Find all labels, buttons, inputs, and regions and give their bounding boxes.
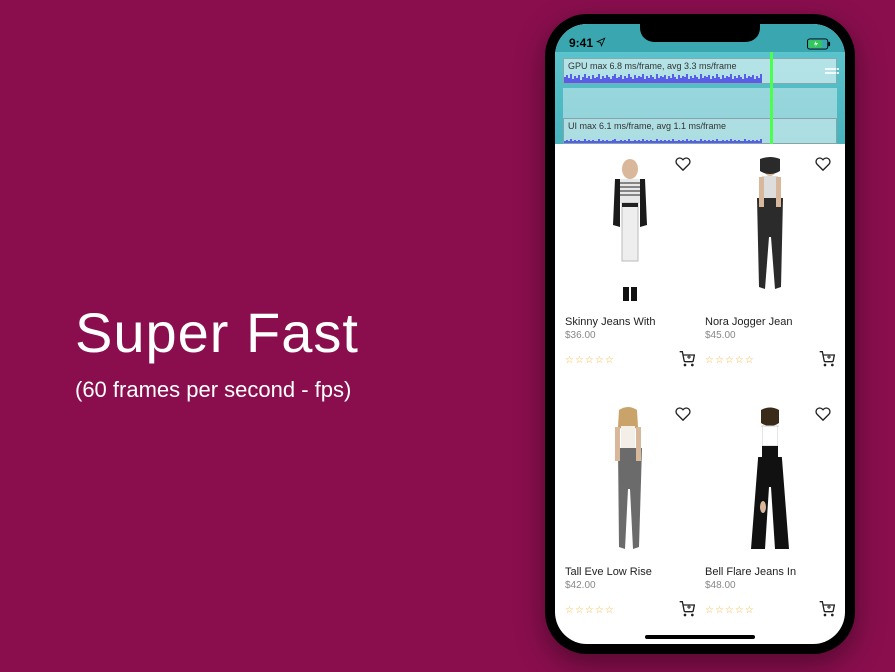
heart-outline-icon <box>815 406 831 422</box>
figure-icon <box>595 157 665 307</box>
add-to-cart-icon <box>679 351 695 367</box>
product-price: $45.00 <box>705 330 835 341</box>
product-actions: ☆☆☆☆☆ <box>565 351 695 370</box>
favorite-button[interactable] <box>675 156 691 177</box>
home-indicator[interactable] <box>645 635 755 639</box>
perf-ui-row: UI max 6.1 ms/frame, avg 1.1 ms/frame <box>563 118 837 144</box>
favorite-button[interactable] <box>815 406 831 427</box>
product-grid[interactable]: Skinny Jeans With $36.00 ☆☆☆☆☆ <box>555 144 845 634</box>
product-actions: ☆☆☆☆☆ <box>705 351 835 370</box>
product-card[interactable]: Nora Jogger Jean $45.00 ☆☆☆☆☆ <box>705 152 835 384</box>
product-actions: ☆☆☆☆☆ <box>565 601 695 620</box>
stars-0-icon[interactable]: ☆☆☆☆☆ <box>705 605 755 616</box>
add-to-cart-icon <box>679 601 695 617</box>
favorite-button[interactable] <box>815 156 831 177</box>
marketing-subtitle: (60 frames per second - fps) <box>75 377 359 403</box>
add-to-cart-icon <box>819 351 835 367</box>
product-title: Skinny Jeans With <box>565 316 695 328</box>
add-to-cart-button[interactable] <box>819 601 835 620</box>
heart-outline-icon <box>815 156 831 172</box>
add-to-cart-button[interactable] <box>819 351 835 370</box>
perf-gpu-label: GPU max 6.8 ms/frame, avg 3.3 ms/frame <box>568 61 737 71</box>
marketing-block: Super Fast (60 frames per second - fps) <box>75 300 359 403</box>
product-card[interactable]: Skinny Jeans With $36.00 ☆☆☆☆☆ <box>565 152 695 384</box>
phone-frame: 9:41 GPU max 6.8 ms/frame, avg 3.3 ms/fr… <box>545 14 855 654</box>
stars-0-icon[interactable]: ☆☆☆☆☆ <box>565 355 615 366</box>
stars-0-icon[interactable]: ☆☆☆☆☆ <box>705 355 755 366</box>
add-to-cart-button[interactable] <box>679 601 695 620</box>
product-price: $42.00 <box>565 580 695 591</box>
product-title: Bell Flare Jeans In <box>705 566 835 578</box>
figure-icon <box>595 407 665 557</box>
product-actions: ☆☆☆☆☆ <box>705 601 835 620</box>
battery-charging-icon <box>807 38 831 50</box>
perf-gpu-bars <box>564 73 836 83</box>
perf-ui-label: UI max 6.1 ms/frame, avg 1.1 ms/frame <box>568 121 726 131</box>
add-to-cart-button[interactable] <box>679 351 695 370</box>
marketing-title: Super Fast <box>75 300 359 365</box>
product-price: $48.00 <box>705 580 835 591</box>
add-to-cart-icon <box>819 601 835 617</box>
phone-notch <box>640 24 760 42</box>
figure-icon <box>735 407 805 557</box>
favorite-button[interactable] <box>675 406 691 427</box>
perf-ui-bars <box>564 133 836 143</box>
performance-overlay[interactable]: GPU max 6.8 ms/frame, avg 3.3 ms/frame U… <box>555 52 845 144</box>
location-arrow-icon <box>596 36 606 50</box>
phone-screen: 9:41 GPU max 6.8 ms/frame, avg 3.3 ms/fr… <box>555 24 845 644</box>
product-price: $36.00 <box>565 330 695 341</box>
frame-marker-line <box>770 52 773 144</box>
product-title: Nora Jogger Jean <box>705 316 835 328</box>
stars-0-icon[interactable]: ☆☆☆☆☆ <box>565 605 615 616</box>
status-left: 9:41 <box>569 36 606 50</box>
product-card[interactable]: Bell Flare Jeans In $48.00 ☆☆☆☆☆ <box>705 402 835 634</box>
figure-icon <box>735 157 805 307</box>
product-title: Tall Eve Low Rise <box>565 566 695 578</box>
status-time: 9:41 <box>569 36 593 50</box>
perf-gpu-row: GPU max 6.8 ms/frame, avg 3.3 ms/frame <box>563 58 837 84</box>
heart-outline-icon <box>675 156 691 172</box>
heart-outline-icon <box>675 406 691 422</box>
perf-gpu-graph-area <box>563 88 837 118</box>
product-card[interactable]: Tall Eve Low Rise $42.00 ☆☆☆☆☆ <box>565 402 695 634</box>
